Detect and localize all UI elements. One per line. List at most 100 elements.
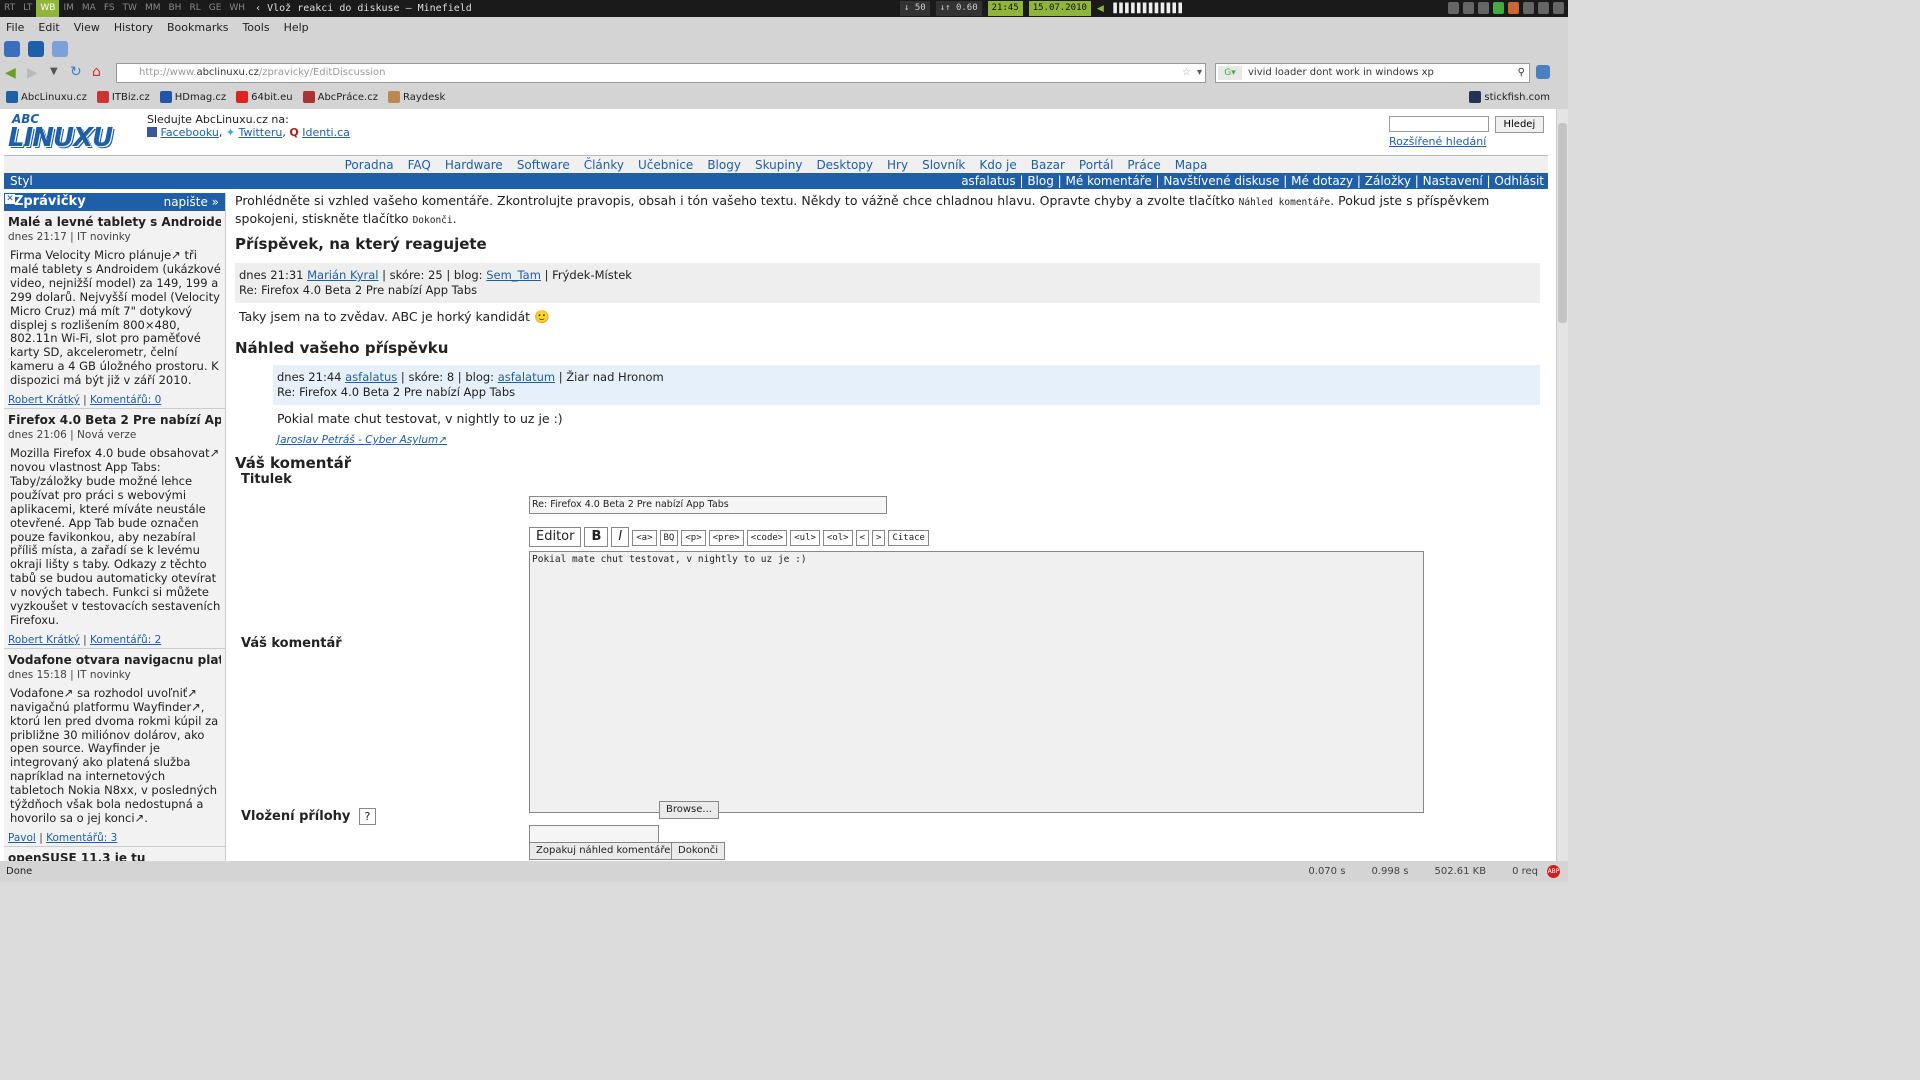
- volume-bar[interactable]: ▐▐▐▐▐▐▐▐▐▐▐▐: [1110, 4, 1182, 14]
- menu-history[interactable]: History: [114, 21, 153, 34]
- news-title[interactable]: openSUSE 11.3 je tu: [8, 851, 221, 861]
- menu-bookmarks[interactable]: Bookmarks: [167, 21, 228, 34]
- editor-button[interactable]: BQ: [659, 530, 679, 546]
- tray-icon[interactable]: [1538, 2, 1549, 14]
- url-dropdown-icon[interactable]: ▾: [1197, 64, 1202, 82]
- editor-button[interactable]: <a>: [632, 530, 657, 546]
- raydesk-icon: [387, 91, 400, 103]
- workspace-wh[interactable]: WH: [225, 0, 249, 17]
- news-title[interactable]: Firefox 4.0 Beta 2 Pre nabízí App: [8, 413, 221, 427]
- menu-edit[interactable]: Edit: [38, 21, 59, 34]
- bookmark-star-icon[interactable]: ☆: [1182, 64, 1191, 82]
- status-time2: 0.998 s: [1371, 866, 1409, 877]
- bookmark-item[interactable]: ITBiz.cz: [96, 91, 150, 103]
- tray-icon[interactable]: [1478, 2, 1489, 14]
- url-bar[interactable]: http://www.abclinuxu.cz/zpravicky/EditDi…: [116, 63, 1206, 83]
- news-comments-link[interactable]: Komentářů: 3: [46, 832, 117, 844]
- news-item: Malé a levné tablety s Androidem dnes 21:…: [4, 211, 225, 410]
- menu-tools[interactable]: Tools: [242, 21, 269, 34]
- site-logo[interactable]: ABC LINUXU: [8, 113, 118, 151]
- workspace-wb[interactable]: WB: [36, 0, 60, 17]
- workspace-im[interactable]: IM: [59, 0, 77, 17]
- news-sidebar: ✕ Zprávičky napište » Malé a levné table…: [4, 193, 226, 861]
- editor-button[interactable]: Editor: [529, 527, 582, 547]
- menu-bar: File Edit View History Bookmarks Tools H…: [0, 17, 1568, 37]
- tray-icon[interactable]: [1448, 2, 1459, 14]
- history-dropdown-icon[interactable]: ▼: [50, 66, 58, 77]
- back-icon[interactable]: ◀: [5, 65, 16, 81]
- editor-button[interactable]: <ul>: [790, 530, 820, 546]
- editor-button[interactable]: I: [611, 527, 630, 547]
- menu-view[interactable]: View: [74, 21, 100, 34]
- sidebar-icon[interactable]: [1536, 65, 1550, 79]
- editor-button[interactable]: <p>: [681, 530, 706, 546]
- news-author-link[interactable]: Pavol: [8, 832, 36, 844]
- workspace-lt[interactable]: LT: [19, 0, 36, 17]
- news-author-link[interactable]: Robert Krátký: [8, 634, 80, 646]
- comment-label: Váš komentář: [241, 636, 342, 651]
- vertical-scrollbar[interactable]: [1556, 109, 1568, 861]
- editor-button[interactable]: B: [584, 527, 609, 547]
- workspace-rl[interactable]: RL: [185, 0, 204, 17]
- menu-file[interactable]: File: [6, 21, 24, 34]
- workspace-rt[interactable]: RT: [0, 0, 19, 17]
- home-icon[interactable]: ⌂: [92, 64, 101, 80]
- search-bar[interactable]: G▾ vivid loader dont work in windows xp …: [1215, 63, 1530, 83]
- add-tab-icon[interactable]: [52, 41, 68, 57]
- write-news-link[interactable]: napište »: [164, 193, 219, 211]
- menu-help[interactable]: Help: [284, 21, 309, 34]
- bookmark-item[interactable]: 64bit.eu: [236, 91, 293, 103]
- news-title[interactable]: Vodafone otvara navigacnu platfo: [8, 653, 221, 667]
- tray-icon[interactable]: [1553, 2, 1564, 14]
- news-comments-link[interactable]: Komentářů: 0: [90, 394, 161, 406]
- site-icon[interactable]: [28, 41, 44, 57]
- bookmark-item[interactable]: HDmag.cz: [159, 91, 226, 103]
- bookmark-item[interactable]: stickfish.com: [1469, 91, 1550, 103]
- scrollbar-thumb[interactable]: [1558, 123, 1567, 323]
- news-comments-link[interactable]: Komentářů: 2: [90, 634, 161, 646]
- workspace-mm[interactable]: MM: [141, 0, 165, 17]
- tray-icon[interactable]: [1493, 2, 1504, 14]
- news-author-link[interactable]: Robert Krátký: [8, 394, 80, 406]
- workspace-bh[interactable]: BH: [164, 0, 185, 17]
- facebook-link[interactable]: Facebooku: [161, 126, 219, 139]
- workspace-ma[interactable]: MA: [78, 0, 100, 17]
- web-page: ABC LINUXU Sledujte AbcLinuxu.cz na: Fac…: [0, 109, 1556, 861]
- search-icon[interactable]: ⚲: [1518, 64, 1525, 82]
- editor-button[interactable]: Citace: [888, 530, 929, 546]
- editor-button[interactable]: >: [872, 530, 886, 546]
- url-prefix: http://www.: [139, 67, 197, 78]
- news-item: Firefox 4.0 Beta 2 Pre nabízí App dnes 21…: [4, 409, 225, 649]
- workspace-ge[interactable]: GE: [205, 0, 226, 17]
- editor-button[interactable]: <: [855, 530, 870, 546]
- bookmark-item[interactable]: AbcPráce.cz: [302, 91, 378, 103]
- workspace-tw[interactable]: TW: [119, 0, 141, 17]
- forward-icon[interactable]: ▶: [27, 65, 38, 81]
- tray-icon[interactable]: [1508, 2, 1519, 14]
- workspace-fs[interactable]: FS: [100, 0, 119, 17]
- editor-button[interactable]: <ol>: [822, 530, 853, 546]
- reload-icon[interactable]: ↻: [70, 64, 82, 80]
- tray-icon[interactable]: [1523, 2, 1534, 14]
- style-link[interactable]: Styl: [10, 173, 33, 189]
- tray-icon[interactable]: [1463, 2, 1474, 14]
- search-engine-icon[interactable]: G▾: [1218, 66, 1242, 80]
- comment-textarea[interactable]: Pokial mate chut testovat, v nightly to …: [529, 551, 1424, 813]
- bookmark-item[interactable]: Raydesk: [387, 91, 445, 103]
- news-title[interactable]: Malé a levné tablety s Androidem: [8, 215, 221, 229]
- title-input[interactable]: Re: Firefox 4.0 Beta 2 Pre nabízí App Ta…: [529, 496, 887, 514]
- rss-icon[interactable]: [4, 41, 20, 57]
- help-button[interactable]: ?: [358, 808, 376, 825]
- editor-button[interactable]: <code>: [746, 530, 788, 546]
- bookmark-item[interactable]: AbcLinuxu.cz: [6, 91, 87, 103]
- workspace-switcher[interactable]: RT LT WB IM MA FS TW MM BH RL GE WH: [0, 0, 249, 17]
- editor-button[interactable]: <pre>: [708, 530, 744, 546]
- adblock-icon[interactable]: ABP: [1547, 865, 1560, 878]
- finish-button[interactable]: Dokonči: [671, 842, 725, 860]
- preview-button[interactable]: Zopakuj náhled komentáře: [529, 842, 678, 860]
- close-icon[interactable]: ✕: [5, 194, 15, 204]
- search-input[interactable]: vivid loader dont work in windows xp: [1248, 67, 1434, 78]
- browse-button[interactable]: Browse...: [659, 801, 719, 819]
- file-input[interactable]: [529, 825, 659, 843]
- volume-icon[interactable]: ◀: [1097, 4, 1104, 14]
